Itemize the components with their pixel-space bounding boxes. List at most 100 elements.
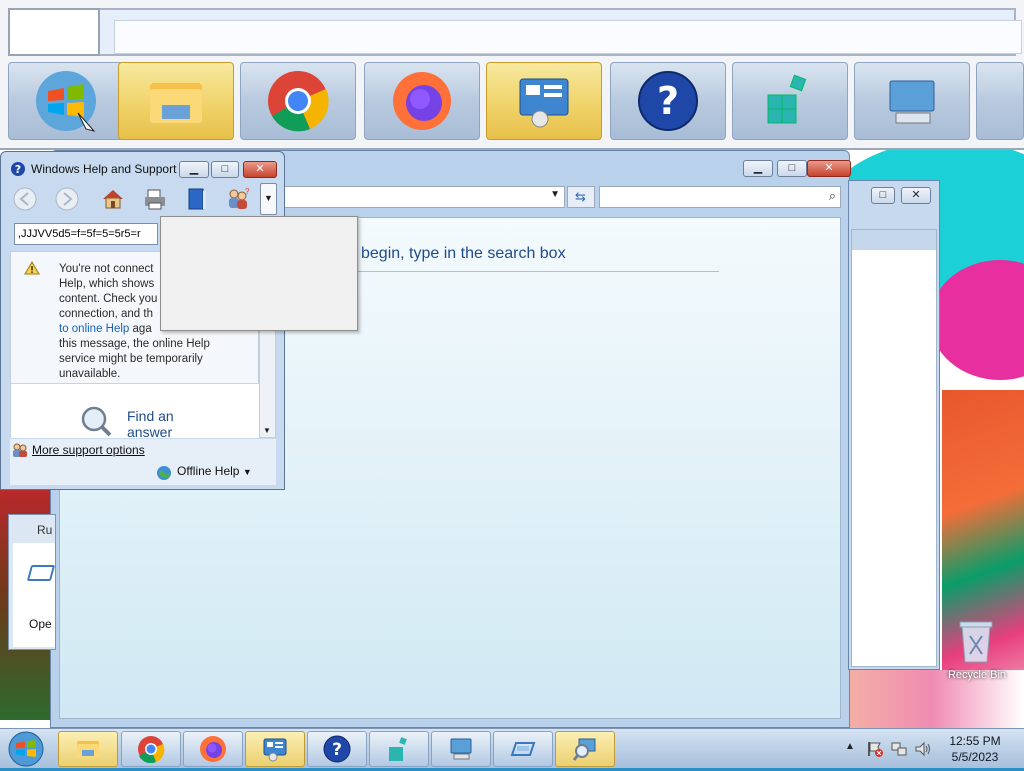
ask-button[interactable]: ?: [223, 185, 253, 213]
find-answer-line: Find an: [127, 408, 174, 424]
magnified-start-button: [8, 62, 124, 140]
warning-line: this message, the online Help: [59, 338, 210, 350]
options-dropdown-button[interactable]: ▼: [260, 183, 277, 215]
windows-logo-icon: [8, 731, 44, 767]
registry-icon: [389, 737, 407, 761]
magnified-registry-button: [732, 62, 848, 140]
chevron-down-icon[interactable]: ▼: [550, 189, 560, 200]
taskbar-keyboard-button[interactable]: [431, 731, 491, 767]
svg-text:?: ?: [245, 187, 250, 196]
magnified-control-panel-button: [486, 62, 602, 140]
run-dialog: Ru Ope: [8, 514, 56, 650]
magnified-help-button: ?: [610, 62, 726, 140]
help-icon: ?: [323, 735, 351, 763]
volume-icon[interactable]: [914, 740, 932, 758]
right-background-window: □ ✕: [848, 180, 940, 670]
firefox-icon: [393, 72, 451, 130]
taskbar-registry-button[interactable]: [369, 731, 429, 767]
help-minimize-button[interactable]: ▁: [179, 161, 209, 178]
forward-arrow-icon: [55, 187, 79, 211]
magnified-chrome-button: [240, 62, 356, 140]
taskbar-clock[interactable]: 12:55 PM 5/5/2023: [940, 733, 1010, 765]
recycle-bin-icon[interactable]: [956, 618, 996, 664]
warning-line: service might be temporarily: [59, 353, 203, 365]
keyboard-icon: [889, 80, 935, 124]
main-search-input[interactable]: ⌕: [599, 186, 841, 208]
heading-divider: [351, 271, 719, 272]
online-help-link[interactable]: to online Help: [59, 323, 129, 335]
magnified-explorer-button: [118, 62, 234, 140]
offline-help-button[interactable]: Offline Help ▼: [177, 464, 252, 478]
tray-expand-icon[interactable]: ▲: [845, 741, 855, 752]
help-maximize-button[interactable]: □: [211, 161, 239, 178]
keyboard-icon: [450, 738, 472, 760]
magnified-window-corner: [8, 8, 100, 56]
find-answer-label[interactable]: Find an answer: [127, 408, 174, 440]
magnifier-icon: [81, 406, 112, 437]
home-icon: [103, 190, 123, 209]
main-maximize-button[interactable]: □: [777, 160, 807, 177]
warning-fragment: aga: [132, 323, 152, 335]
magnified-firefox-button: [364, 62, 480, 140]
control-panel-icon: [519, 78, 569, 128]
help-search-input[interactable]: ,JJJVV5d5=f=5f=5=5r5=r: [14, 223, 158, 245]
find-answer-section[interactable]: Find an answer: [11, 384, 260, 440]
refresh-icon: ⇆: [575, 189, 586, 204]
help-title-icon: ?: [11, 162, 25, 176]
taskbar-magnifier-button[interactable]: [555, 731, 615, 767]
magnified-window-frame: [8, 8, 1022, 56]
magnifier-view: ?: [0, 0, 1024, 150]
svg-text:?: ?: [15, 163, 21, 176]
more-support-options-link[interactable]: More support options: [32, 443, 145, 457]
right-window-header: [852, 230, 936, 250]
book-icon: [188, 188, 206, 210]
forward-button[interactable]: [53, 185, 83, 213]
svg-text:?: ?: [332, 740, 342, 760]
options-dropdown-menu[interactable]: [160, 216, 358, 331]
magnified-overflow-button: [976, 62, 1024, 140]
svg-text:?: ?: [657, 79, 679, 123]
taskbar-chrome-button[interactable]: [121, 731, 181, 767]
folder-icon: [77, 741, 99, 758]
taskbar-help-button[interactable]: ?: [307, 731, 367, 767]
main-address-bar[interactable]: ▼: [279, 186, 565, 208]
right-window-maximize-button[interactable]: □: [871, 187, 895, 204]
recycle-bin-label[interactable]: Recycle Bin: [946, 669, 1008, 681]
taskbar-firefox-button[interactable]: [183, 731, 243, 767]
clock-time: 12:55 PM: [949, 734, 1001, 748]
taskbar-explorer-button[interactable]: [58, 731, 118, 767]
back-button[interactable]: [11, 185, 41, 213]
right-window-close-button[interactable]: ✕: [901, 187, 931, 204]
start-button[interactable]: [4, 730, 48, 768]
help-icon: ?: [638, 71, 698, 131]
main-minimize-button[interactable]: ▁: [743, 160, 773, 177]
home-button[interactable]: [99, 185, 129, 213]
chevron-down-icon: ▼: [264, 193, 273, 203]
offline-help-label: Offline Help: [177, 464, 240, 478]
warning-line: unavailable.: [59, 368, 121, 380]
run-icon: [26, 565, 56, 581]
run-open-label: Ope: [29, 617, 52, 631]
back-arrow-icon: [13, 187, 37, 211]
action-center-flag-icon[interactable]: [866, 740, 884, 758]
chrome-icon: [268, 71, 329, 132]
registry-icon: [767, 74, 807, 124]
search-icon[interactable]: ⌕: [829, 188, 836, 204]
print-button[interactable]: [141, 185, 171, 213]
support-people-icon: [13, 443, 27, 457]
help-footer: More support options Offline Help ▼: [10, 439, 276, 485]
browse-help-button[interactable]: [183, 185, 213, 213]
taskbar-remote-button[interactable]: [493, 731, 553, 767]
magnified-address-bar: [114, 20, 1022, 54]
scroll-down-icon[interactable]: ▼: [263, 426, 271, 435]
refresh-button[interactable]: ⇆: [567, 186, 595, 208]
find-answer-line: answer: [127, 424, 173, 440]
run-dialog-body: Ope: [13, 543, 56, 647]
ask-people-icon: ?: [229, 187, 250, 209]
network-icon[interactable]: [890, 740, 908, 758]
windows-logo-icon: [36, 71, 96, 132]
help-close-button[interactable]: ✕: [243, 161, 277, 178]
main-close-button[interactable]: ✕: [807, 160, 851, 177]
taskbar-control-panel-button[interactable]: [245, 731, 305, 767]
warning-icon: [24, 261, 40, 275]
